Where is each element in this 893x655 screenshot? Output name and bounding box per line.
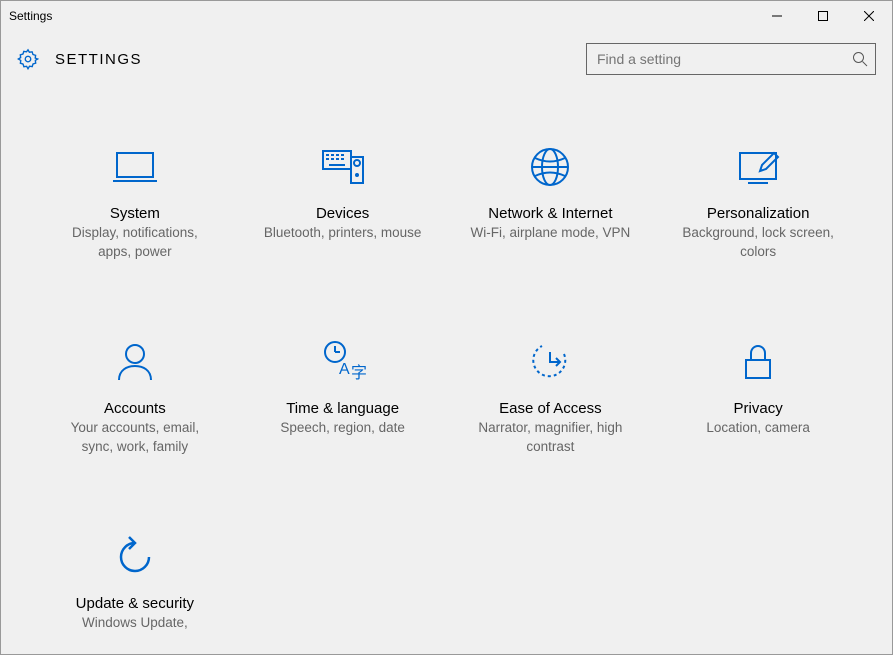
tile-title: Update & security — [76, 595, 194, 612]
svg-text:A: A — [339, 361, 350, 378]
window-title: Settings — [9, 9, 52, 23]
network-icon — [526, 143, 574, 191]
tile-personalization[interactable]: Personalization Background, lock screen,… — [664, 135, 852, 270]
content-scroll[interactable]: System Display, notifications, apps, pow… — [1, 95, 892, 654]
tile-network[interactable]: Network & Internet Wi-Fi, airplane mode,… — [457, 135, 645, 270]
window-titlebar: Settings — [1, 1, 892, 31]
tile-devices[interactable]: Devices Bluetooth, printers, mouse — [249, 135, 437, 270]
tile-desc: Narrator, magnifier, high contrast — [470, 419, 630, 457]
tile-desc: Your accounts, email, sync, work, family — [55, 419, 215, 457]
tile-desc: Bluetooth, printers, mouse — [264, 224, 422, 243]
gear-icon — [17, 48, 39, 70]
minimize-button[interactable] — [754, 1, 800, 31]
privacy-icon — [734, 338, 782, 386]
devices-icon — [319, 143, 367, 191]
window-controls — [754, 1, 892, 31]
personalization-icon — [734, 143, 782, 191]
page-header: SETTINGS — [1, 31, 892, 95]
tile-privacy[interactable]: Privacy Location, camera — [664, 330, 852, 465]
tile-desc: Windows Update, — [82, 614, 188, 633]
search-icon[interactable] — [852, 51, 868, 67]
system-icon — [111, 143, 159, 191]
maximize-button[interactable] — [800, 1, 846, 31]
search-input[interactable] — [586, 43, 876, 75]
tile-accounts[interactable]: Accounts Your accounts, email, sync, wor… — [41, 330, 229, 465]
update-security-icon — [111, 533, 159, 581]
time-language-icon: A 字 — [319, 338, 367, 386]
close-button[interactable] — [846, 1, 892, 31]
ease-of-access-icon — [526, 338, 574, 386]
tile-title: Network & Internet — [488, 205, 612, 222]
tile-title: Personalization — [707, 205, 810, 222]
tile-title: Accounts — [104, 400, 166, 417]
tile-desc: Speech, region, date — [280, 419, 405, 438]
settings-grid: System Display, notifications, apps, pow… — [41, 135, 852, 640]
tile-title: Privacy — [734, 400, 783, 417]
tile-system[interactable]: System Display, notifications, apps, pow… — [41, 135, 229, 270]
tile-desc: Display, notifications, apps, power — [55, 224, 215, 262]
tile-desc: Location, camera — [706, 419, 810, 438]
tile-update-security[interactable]: Update & security Windows Update, — [41, 525, 229, 641]
search-container — [586, 43, 876, 75]
tile-title: Devices — [316, 205, 369, 222]
tile-title: System — [110, 205, 160, 222]
tile-title: Time & language — [286, 400, 399, 417]
tile-desc: Wi-Fi, airplane mode, VPN — [470, 224, 630, 243]
tile-time-language[interactable]: A 字 Time & language Speech, region, date — [249, 330, 437, 465]
tile-title: Ease of Access — [499, 400, 602, 417]
svg-text:字: 字 — [351, 364, 367, 382]
tile-desc: Background, lock screen, colors — [678, 224, 838, 262]
tile-ease-of-access[interactable]: Ease of Access Narrator, magnifier, high… — [457, 330, 645, 465]
accounts-icon — [111, 338, 159, 386]
page-title: SETTINGS — [55, 51, 142, 68]
